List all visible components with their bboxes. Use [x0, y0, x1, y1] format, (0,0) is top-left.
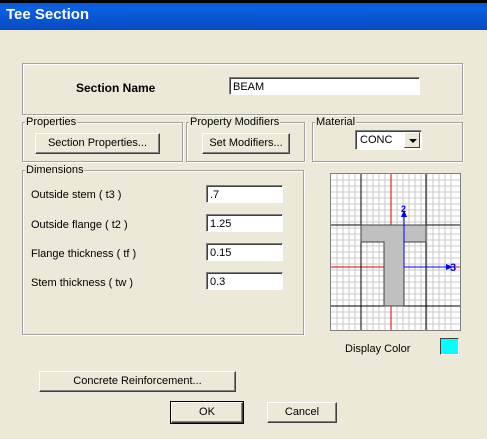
- stem-thickness-label: Stem thickness ( tw ): [31, 277, 134, 289]
- section-name-label: Section Name: [76, 81, 156, 95]
- stem-thickness-input[interactable]: 0.3: [206, 272, 283, 290]
- outside-flange-input[interactable]: 1.25: [206, 214, 283, 232]
- material-selected-value: CONC: [360, 134, 393, 146]
- cancel-button[interactable]: Cancel: [267, 402, 337, 423]
- window-title: Tee Section: [6, 6, 90, 23]
- properties-group: Properties Section Properties...: [22, 116, 183, 162]
- set-modifiers-button[interactable]: Set Modifiers...: [202, 133, 290, 154]
- flange-thickness-label: Flange thickness ( tf ): [31, 248, 137, 260]
- ok-button[interactable]: OK: [170, 401, 244, 424]
- material-group: Material CONC: [312, 116, 463, 162]
- dimensions-group-label: Dimensions: [25, 164, 85, 176]
- display-color-label: Display Color: [345, 343, 411, 355]
- section-properties-button[interactable]: Section Properties...: [35, 133, 160, 154]
- top-edge: [0, 0, 487, 3]
- material-select[interactable]: CONC: [355, 130, 422, 150]
- dialog-body: Section Name BEAM Properties Section Pro…: [3, 30, 484, 439]
- concrete-reinforcement-button[interactable]: Concrete Reinforcement...: [39, 371, 236, 392]
- display-color-swatch[interactable]: [440, 338, 459, 355]
- properties-group-label: Properties: [25, 116, 78, 128]
- property-modifiers-group: Property Modifiers Set Modifiers...: [186, 116, 305, 162]
- axis-2-label: 2: [401, 204, 406, 214]
- dimensions-group: Dimensions Outside stem ( t3 ) .7 Outsid…: [22, 164, 304, 335]
- title-bar[interactable]: Tee Section: [0, 0, 487, 30]
- section-preview: 3 2: [330, 173, 461, 331]
- property-modifiers-group-label: Property Modifiers: [189, 116, 281, 128]
- tee-section-drawing: 3 2: [331, 174, 460, 330]
- chevron-down-icon[interactable]: [404, 132, 420, 148]
- section-name-panel: Section Name BEAM: [22, 63, 463, 115]
- outside-stem-label: Outside stem ( t3 ): [31, 189, 122, 201]
- outside-stem-input[interactable]: .7: [206, 185, 283, 203]
- section-name-input[interactable]: BEAM: [229, 77, 420, 95]
- outside-flange-label: Outside flange ( t2 ): [31, 219, 128, 231]
- flange-thickness-input[interactable]: 0.15: [206, 243, 283, 261]
- material-group-label: Material: [315, 116, 357, 128]
- axis-3-label: 3: [450, 262, 456, 274]
